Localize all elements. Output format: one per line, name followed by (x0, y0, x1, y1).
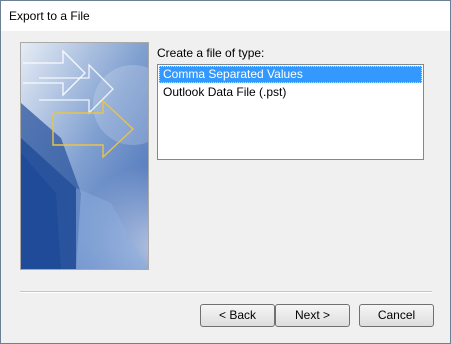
cancel-button[interactable]: Cancel (359, 304, 434, 327)
divider (20, 291, 432, 293)
title-bar[interactable]: Export to a File (1, 1, 450, 31)
window-title: Export to a File (9, 9, 90, 23)
wizard-arrows-graphic (20, 42, 149, 270)
list-item-pst[interactable]: Outlook Data File (.pst) (159, 84, 422, 101)
file-type-prompt: Create a file of type: (157, 46, 265, 60)
file-type-listbox[interactable]: Comma Separated Values Outlook Data File… (157, 64, 424, 160)
list-item-csv[interactable]: Comma Separated Values (159, 66, 422, 83)
export-dialog: Export to a File Create a file of type: … (0, 0, 451, 344)
next-button[interactable]: Next > (275, 304, 350, 327)
back-button[interactable]: < Back (200, 304, 275, 327)
